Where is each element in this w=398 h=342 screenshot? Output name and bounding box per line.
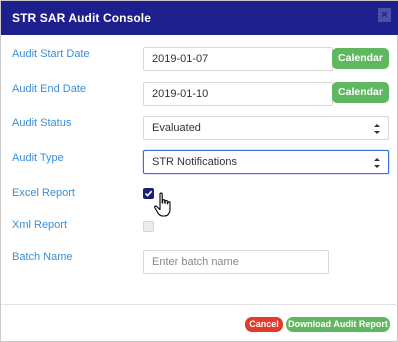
batch-name-placeholder: Enter batch name bbox=[152, 256, 239, 268]
dialog-title: STR SAR Audit Console bbox=[12, 11, 151, 25]
audit-type-select[interactable]: STR Notifications bbox=[143, 150, 389, 174]
start-date-calendar-button[interactable]: Calendar bbox=[332, 48, 389, 69]
close-icon[interactable]: × bbox=[378, 8, 391, 22]
xml-report-checkbox[interactable] bbox=[143, 221, 154, 232]
select-arrows-icon bbox=[374, 124, 380, 134]
cancel-button[interactable]: Cancel bbox=[245, 317, 283, 332]
excel-report-label: Excel Report bbox=[12, 187, 75, 199]
audit-start-date-input[interactable]: 2019-01-07 bbox=[143, 47, 333, 71]
audit-start-date-label: Audit Start Date bbox=[12, 48, 90, 60]
audit-type-label: Audit Type bbox=[12, 152, 64, 164]
xml-report-label: Xml Report bbox=[12, 219, 68, 231]
audit-type-selected: STR Notifications bbox=[152, 156, 237, 168]
audit-end-date-label: Audit End Date bbox=[12, 83, 86, 95]
audit-end-date-value: 2019-01-10 bbox=[152, 88, 209, 100]
audit-end-date-input[interactable]: 2019-01-10 bbox=[143, 82, 333, 106]
checkmark-icon bbox=[144, 190, 153, 197]
select-arrows-icon bbox=[374, 158, 380, 168]
audit-status-selected: Evaluated bbox=[152, 122, 201, 134]
audit-status-select[interactable]: Evaluated bbox=[143, 116, 389, 140]
footer-divider bbox=[1, 304, 398, 305]
audit-start-date-value: 2019-01-07 bbox=[152, 53, 209, 65]
download-audit-report-button[interactable]: Download Audit Report bbox=[286, 317, 390, 332]
audit-status-label: Audit Status bbox=[12, 117, 72, 129]
batch-name-input[interactable]: Enter batch name bbox=[143, 250, 329, 274]
dialog-titlebar: STR SAR Audit Console × bbox=[1, 1, 398, 35]
hand-cursor-icon bbox=[154, 192, 171, 217]
batch-name-label: Batch Name bbox=[12, 251, 73, 263]
end-date-calendar-button[interactable]: Calendar bbox=[332, 82, 389, 103]
audit-console-dialog: STR SAR Audit Console × Audit Start Date… bbox=[0, 0, 398, 342]
